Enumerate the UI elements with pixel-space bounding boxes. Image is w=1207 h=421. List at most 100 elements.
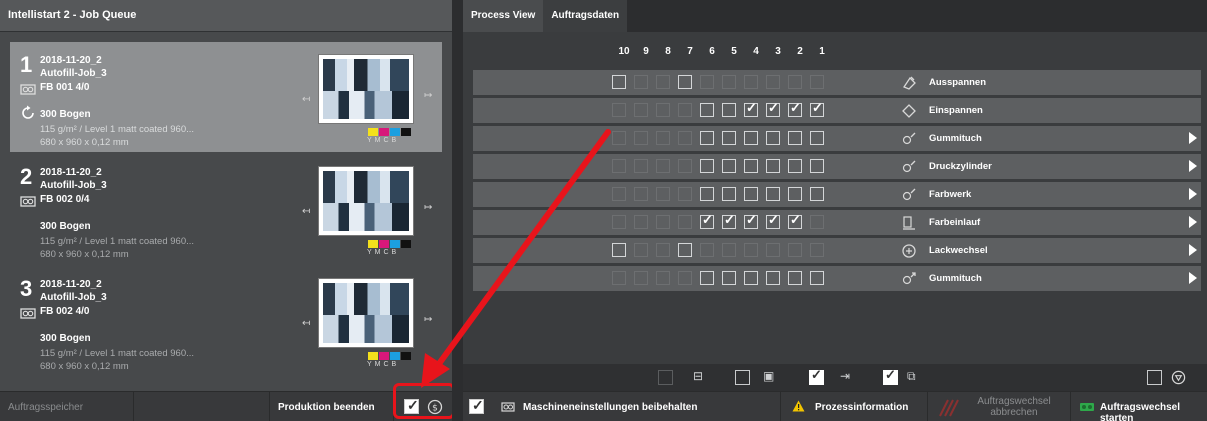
unit-checkbox[interactable] <box>788 100 802 117</box>
unit-checkbox <box>678 271 692 285</box>
unit-checkbox[interactable] <box>700 212 714 229</box>
unit-checkbox <box>810 75 824 89</box>
unit-checkbox[interactable] <box>700 159 714 173</box>
unit-number: 8 <box>665 46 671 57</box>
tab-auftragsdaten[interactable]: Auftragsdaten <box>543 0 628 32</box>
ink-run-in-icon <box>903 216 915 230</box>
option-checkbox-5[interactable] <box>1147 370 1162 385</box>
unit-checkbox[interactable] <box>810 100 824 117</box>
process-label: Einspannen <box>929 105 983 116</box>
color-swatch-labels: YMCB <box>367 249 400 256</box>
shield-icon[interactable] <box>1171 370 1186 385</box>
unit-checkbox[interactable] <box>612 243 626 257</box>
unit-checkbox[interactable] <box>788 159 802 173</box>
unit-checkbox[interactable] <box>722 271 736 285</box>
color-swatches <box>368 128 411 136</box>
unit-checkbox[interactable] <box>810 159 824 173</box>
unit-checkbox[interactable] <box>810 271 824 285</box>
unit-checkbox[interactable] <box>700 271 714 285</box>
job-queue-panel: Intellistart 2 - Job Queue 1 2018-11-20_… <box>0 0 452 421</box>
unit-checkbox[interactable] <box>722 131 736 145</box>
process-label: Lackwechsel <box>929 245 988 256</box>
unit-checkbox[interactable] <box>788 131 802 145</box>
expand-arrow-icon[interactable] <box>1189 132 1197 144</box>
unit-checkbox <box>722 243 736 257</box>
process-row[interactable]: Ausspannen <box>473 70 1201 95</box>
keep-settings-label: Maschineneinstellungen beibehalten <box>523 402 698 413</box>
unit-checkbox <box>656 243 670 257</box>
arrow-right-icon: ↦ <box>424 202 433 213</box>
unit-checkbox[interactable] <box>700 103 714 117</box>
end-production-button[interactable]: Produktion beenden <box>270 392 394 421</box>
process-row[interactable]: Lackwechsel <box>473 238 1201 263</box>
unit-checkbox[interactable] <box>744 159 758 173</box>
unit-checkbox <box>612 215 626 229</box>
unit-checkbox[interactable] <box>722 103 736 117</box>
option-checkbox-3[interactable] <box>809 367 824 385</box>
expand-arrow-icon[interactable] <box>1189 216 1197 228</box>
unit-checkbox[interactable] <box>722 187 736 201</box>
unit-checkbox[interactable] <box>744 187 758 201</box>
unit-checkbox[interactable] <box>744 100 758 117</box>
job-item[interactable]: 1 2018-11-20_2 Autofill-Job_3 FB 001 4/0… <box>10 42 442 152</box>
unit-checkbox[interactable] <box>766 100 780 117</box>
process-row[interactable]: Farbeinlauf <box>473 210 1201 235</box>
unit-checkbox[interactable] <box>788 187 802 201</box>
unit-checkbox[interactable] <box>766 187 780 201</box>
unit-checkbox[interactable] <box>788 212 802 229</box>
expand-arrow-icon[interactable] <box>1189 160 1197 172</box>
option-checkbox-2[interactable] <box>735 370 750 385</box>
expand-arrow-icon[interactable] <box>1189 272 1197 284</box>
empty-button-slot[interactable] <box>134 392 270 421</box>
unit-checkbox[interactable] <box>810 187 824 201</box>
option-checkbox-1[interactable] <box>658 370 673 385</box>
unit-checkbox[interactable] <box>766 159 780 173</box>
unit-checkbox[interactable] <box>810 131 824 145</box>
process-row[interactable]: Druckzylinder <box>473 154 1201 179</box>
unit-checkbox <box>766 75 780 89</box>
register-icon: ⊟ <box>693 369 704 383</box>
job-format: 680 x 960 x 0,12 mm <box>40 137 129 148</box>
job-item[interactable]: 2 2018-11-20_2 Autofill-Job_3 FB 002 0/4… <box>10 154 442 264</box>
job-item[interactable]: 3 2018-11-20_2 Autofill-Job_3 FB 002 4/0… <box>10 266 442 376</box>
process-row[interactable]: Gummituch <box>473 126 1201 151</box>
process-label: Ausspannen <box>929 77 987 88</box>
keep-settings-toggle[interactable]: ✓ Maschineneinstellungen beibehalten <box>463 392 781 421</box>
process-info-button[interactable]: Prozessinformation <box>781 392 928 421</box>
tab-process-view[interactable]: Process View <box>463 0 544 32</box>
job-thumbnail <box>318 54 414 124</box>
unit-checkbox[interactable] <box>678 243 692 257</box>
job-storage-button[interactable]: Auftragsspeicher <box>0 392 134 421</box>
expand-arrow-icon[interactable] <box>1189 188 1197 200</box>
start-job-change-button[interactable]: Auftragswechsel starten <box>1071 392 1207 421</box>
unit-checkbox[interactable] <box>744 212 758 229</box>
unit-checkbox[interactable] <box>722 212 736 229</box>
unit-checkbox[interactable] <box>766 271 780 285</box>
unit-checkbox[interactable] <box>722 159 736 173</box>
unit-checkbox[interactable] <box>766 131 780 145</box>
color-swatches <box>368 352 411 360</box>
process-row[interactable]: Gummituch <box>473 266 1201 291</box>
unit-checkbox[interactable] <box>744 131 758 145</box>
process-row[interactable]: Farbwerk <box>473 182 1201 207</box>
unit-checkbox[interactable] <box>744 271 758 285</box>
unit-checkbox[interactable] <box>766 212 780 229</box>
color-swatch <box>390 352 400 360</box>
keep-settings-checkbox[interactable]: ✓ <box>469 397 484 414</box>
expand-arrow-icon[interactable] <box>1189 244 1197 256</box>
process-row[interactable]: Einspannen <box>473 98 1201 123</box>
feed-icon: ⇥ <box>840 369 851 383</box>
ink-fountain-icon <box>20 196 36 207</box>
unit-checkbox[interactable] <box>678 75 692 89</box>
unit-checkbox[interactable] <box>700 187 714 201</box>
machine-start-icon <box>1080 403 1094 411</box>
unit-checkbox[interactable] <box>788 271 802 285</box>
option-checkbox-4[interactable] <box>883 367 898 385</box>
start-job-change-label: Auftragswechsel starten <box>1100 402 1181 421</box>
unit-checkbox[interactable] <box>612 75 626 89</box>
abort-job-change-button[interactable]: Auftragswechsel abbrechen <box>928 392 1071 421</box>
color-swatch <box>368 240 378 248</box>
unit-checkbox <box>634 75 648 89</box>
unit-checkbox[interactable] <box>700 131 714 145</box>
unit-checkbox <box>656 131 670 145</box>
